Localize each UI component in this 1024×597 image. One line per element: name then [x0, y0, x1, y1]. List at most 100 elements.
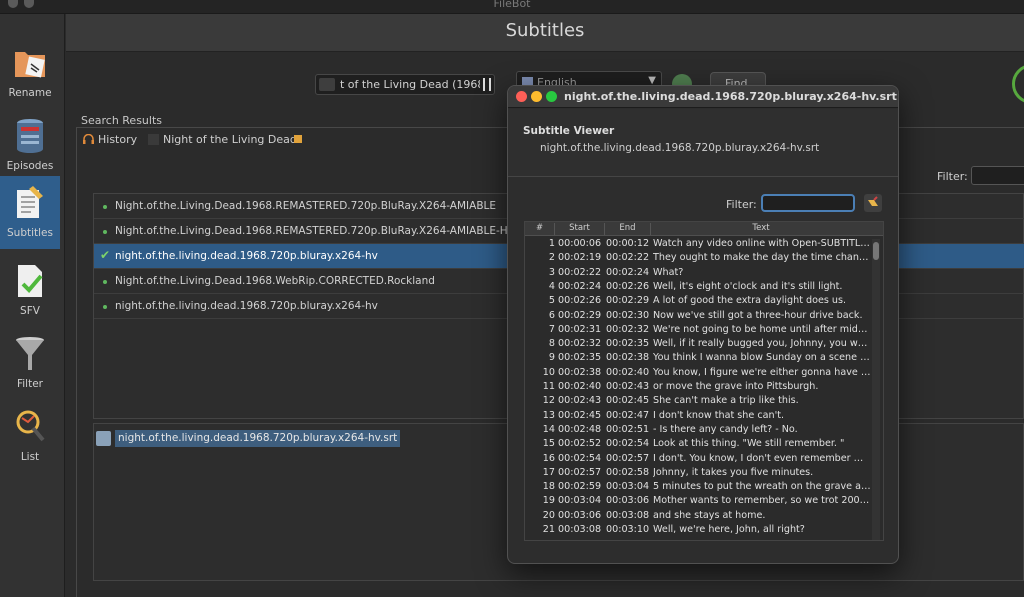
- table-row[interactable]: 6 00:02:29 00:02:30 Now we've still got a t…: [525, 310, 871, 324]
- table-row[interactable]: 4 00:02:24 00:02:26 Well, it's eight o'cloc…: [525, 281, 871, 295]
- sidebar-item-label: List: [20, 451, 40, 463]
- result-label: Night.of.the.Living.Dead.1968.REMASTERED…: [115, 225, 511, 237]
- flag-icon: [522, 77, 533, 85]
- search-results-label: Search Results: [81, 114, 163, 127]
- table-row[interactable]: 7 00:02:31 00:02:32 We're not going to be h…: [525, 324, 871, 338]
- column-header[interactable]: Text: [651, 223, 871, 235]
- table-row[interactable]: 21 00:03:08 00:03:10 Well, we're here, John…: [525, 524, 871, 538]
- table-row[interactable]: 3 00:02:22 00:02:24 What?: [525, 267, 871, 281]
- viewer-header: Subtitle Viewer night.of.the.living.dead…: [508, 109, 898, 177]
- media-icon: [319, 78, 335, 91]
- bullet-icon: [103, 205, 107, 209]
- query-value: t of the Living Dead (1968): [340, 78, 480, 91]
- table-header: # Start End Text: [525, 222, 883, 236]
- clear-filter-button[interactable]: [864, 194, 882, 212]
- row-end: 00:00:12: [606, 238, 650, 249]
- table-row[interactable]: 20 00:03:06 00:03:08 and she stays at home.: [525, 510, 871, 524]
- table-row[interactable]: 2 00:02:19 00:02:22 They ought to make the …: [525, 252, 871, 266]
- row-number: 2: [548, 252, 555, 264]
- column-header[interactable]: End: [605, 223, 651, 235]
- row-end: 00:03:08: [606, 509, 650, 521]
- row-end: 00:02:22: [606, 252, 650, 264]
- table-row[interactable]: 12 00:02:43 00:02:45 She can't make a trip …: [525, 395, 871, 409]
- row-number: 9: [548, 352, 555, 364]
- bullet-icon: [103, 280, 107, 284]
- table-row[interactable]: 1 00:00:06 00:00:12 Watch any video online …: [525, 238, 871, 252]
- row-number: 1: [548, 238, 555, 249]
- table-row[interactable]: 15 00:02:52 00:02:54 Look at this thing. "W…: [525, 438, 871, 452]
- file-icon: [96, 431, 111, 446]
- sidebar-item-filter[interactable]: Filter: [0, 327, 60, 400]
- row-start: 00:02:31: [558, 323, 602, 335]
- sidebar-item-label: SFV: [20, 305, 40, 317]
- row-end: 00:02:58: [606, 466, 650, 478]
- column-header[interactable]: Start: [555, 223, 605, 235]
- sidebar-item-sfv[interactable]: SFV: [0, 254, 60, 327]
- viewer-title-bar: night.of.the.living.dead.1968.720p.blura…: [508, 86, 898, 108]
- table-scrollbar[interactable]: [872, 239, 880, 540]
- close-window-button[interactable]: [516, 91, 527, 102]
- row-number: 16: [542, 452, 555, 464]
- row-text: Mother wants to remember, so we trot 200…: [653, 495, 871, 507]
- sfv-icon: [18, 265, 43, 297]
- table-row[interactable]: 13 00:02:45 00:02:47 I don't know that she …: [525, 410, 871, 424]
- row-end: 00:02:57: [606, 452, 650, 464]
- stepper-icon[interactable]: [483, 78, 491, 91]
- row-number: 6: [548, 309, 555, 321]
- row-start: 00:03:08: [558, 524, 602, 535]
- row-start: 00:02:35: [558, 352, 602, 364]
- viewer-window-title: night.of.the.living.dead.1968.720p.blura…: [564, 90, 897, 103]
- table-row[interactable]: 14 00:02:48 00:02:51- Is there any candy l…: [525, 424, 871, 438]
- result-label: night.of.the.living.dead.1968.720p.blura…: [115, 250, 378, 262]
- row-text: You think I wanna blow Sunday on a scene…: [653, 352, 871, 364]
- tab-night-of-the-living-dead[interactable]: Night of the Living Dead: [145, 131, 305, 148]
- row-text: A lot of good the extra daylight does us…: [653, 295, 847, 307]
- results-filter-input[interactable]: [971, 166, 1024, 185]
- table-row[interactable]: 10 00:02:38 00:02:40 You know, I figure we'…: [525, 367, 871, 381]
- sidebar-item-episodes[interactable]: Episodes: [0, 109, 60, 182]
- table-row[interactable]: 9 00:02:35 00:02:38 You think I wanna blow …: [525, 352, 871, 366]
- row-text: They ought to make the day the time chan…: [653, 252, 871, 264]
- viewer-filter-input[interactable]: [761, 194, 855, 212]
- row-end: 00:03:10: [606, 524, 650, 535]
- row-start: 00:02:43: [558, 395, 602, 407]
- scrollbar-thumb[interactable]: [873, 242, 879, 260]
- row-end: 00:02:32: [606, 323, 650, 335]
- subtitle-file-item[interactable]: night.of.the.living.dead.1968.720p.blura…: [115, 430, 401, 447]
- table-row[interactable]: 8 00:02:32 00:02:35 Well, if it really bugg…: [525, 338, 871, 352]
- row-end: 00:02:54: [606, 438, 650, 450]
- sidebar-item-list[interactable]: List: [0, 400, 60, 473]
- subtitle-viewer-window: night.of.the.living.dead.1968.720p.blura…: [507, 85, 899, 564]
- row-text: and she stays at home.: [653, 509, 766, 521]
- column-header[interactable]: #: [525, 223, 555, 235]
- query-combobox[interactable]: t of the Living Dead (1968): [315, 74, 495, 95]
- viewer-heading: Subtitle Viewer: [523, 125, 615, 137]
- table-row[interactable]: 5 00:02:26 00:02:29 A lot of good the extra…: [525, 295, 871, 309]
- row-end: 00:03:04: [606, 481, 650, 493]
- subtitle-table: # Start End Text 1 00:00:06 00:00:12 Watch …: [524, 221, 884, 541]
- row-number: 20: [542, 509, 555, 521]
- row-start: 00:03:06: [558, 509, 602, 521]
- close-tab-icon[interactable]: [294, 135, 302, 143]
- zoom-window-button[interactable]: [546, 91, 557, 102]
- status-circle-icon: [1012, 64, 1024, 104]
- row-number: 3: [548, 266, 555, 278]
- filter-icon: [16, 337, 44, 370]
- app-title: FileBot: [493, 0, 531, 10]
- row-text: She can't make a trip like this.: [653, 395, 799, 407]
- tab-history[interactable]: History: [80, 131, 141, 148]
- row-start: 00:02:29: [558, 309, 602, 321]
- row-text: Look at this thing. "We still remember. …: [653, 438, 845, 450]
- row-text: Well, we're here, John, all right?: [653, 524, 805, 535]
- table-row[interactable]: 17 00:02:57 00:02:58 Johnny, it takes you f…: [525, 467, 871, 481]
- table-row[interactable]: 18 00:02:59 00:03:04 5 minutes to put the w…: [525, 481, 871, 495]
- table-row[interactable]: 16 00:02:54 00:02:57 I don't. You know, I d…: [525, 453, 871, 467]
- row-start: 00:02:38: [558, 366, 602, 378]
- table-row[interactable]: 11 00:02:40 00:02:43 or move the grave into…: [525, 381, 871, 395]
- table-row[interactable]: 19 00:03:04 00:03:06 Mother wants to rememb…: [525, 495, 871, 509]
- minimize-window-button[interactable]: [531, 91, 542, 102]
- sidebar-item-rename[interactable]: Rename: [0, 36, 60, 109]
- sidebar-item-subtitles[interactable]: Subtitles: [0, 176, 60, 249]
- row-text: I don't know that she can't.: [653, 409, 785, 421]
- bullet-icon: [103, 305, 107, 309]
